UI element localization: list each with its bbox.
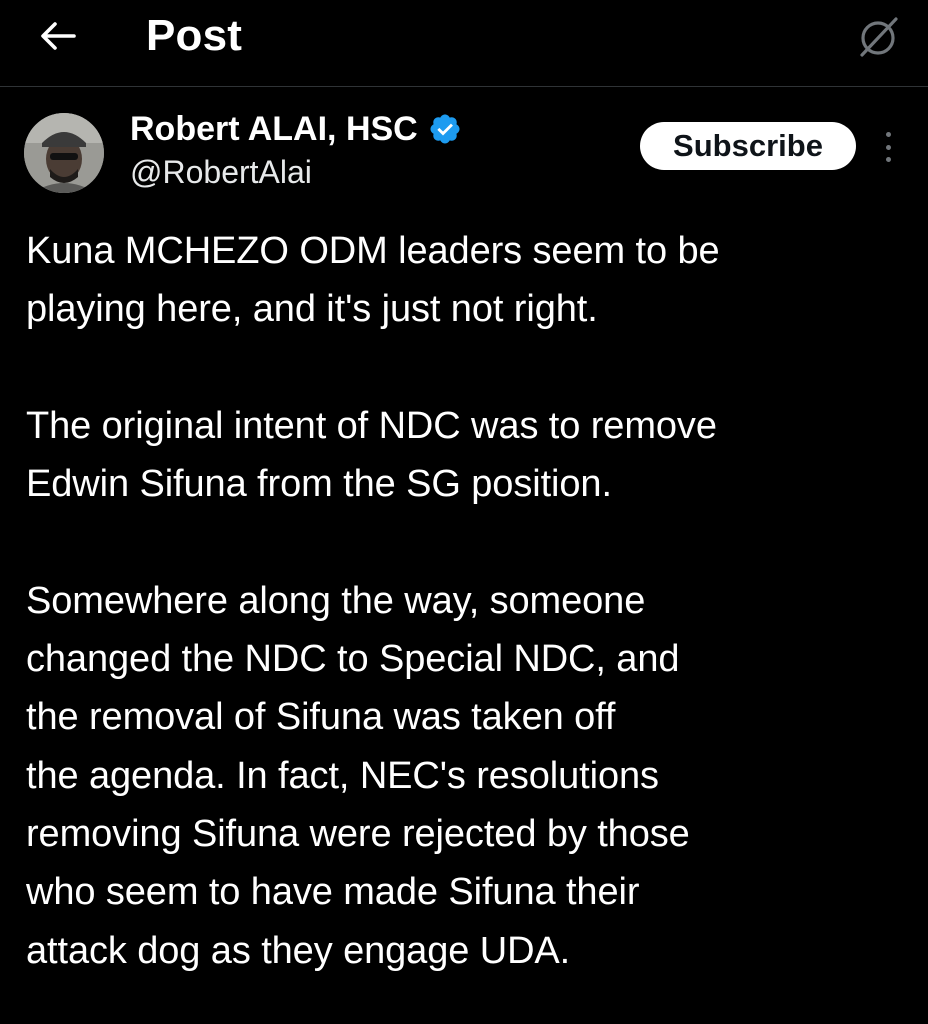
arrow-left-icon	[41, 22, 76, 50]
author-handle[interactable]: @RobertAlai	[130, 152, 312, 192]
header-divider	[0, 86, 928, 87]
tweet-paragraph: The original intent of NDC was to remove…	[26, 404, 717, 506]
tweet-paragraph: Somewhere along the way, someone changed…	[26, 579, 690, 972]
profile-photo	[24, 113, 104, 193]
tweet-paragraph: Kuna MCHEZO ODM leaders seem to be playi…	[26, 230, 720, 331]
subscribe-button[interactable]: Subscribe	[640, 122, 856, 170]
author-name[interactable]: Robert ALAI, HSC	[130, 108, 462, 150]
page-title: Post	[146, 11, 243, 60]
more-vertical-icon-dot	[885, 144, 891, 150]
author-name-text: Robert ALAI, HSC	[130, 110, 418, 148]
grok-button[interactable]	[852, 12, 904, 62]
top-bar: Post	[0, 0, 928, 86]
tweet-text: Kuna MCHEZO ODM leaders seem to be playi…	[26, 222, 906, 980]
more-vertical-icon-dot	[885, 157, 891, 162]
verified-badge-icon	[430, 114, 460, 144]
back-button[interactable]	[30, 14, 86, 58]
more-vertical-icon	[885, 132, 891, 137]
grok-icon	[860, 17, 898, 57]
avatar[interactable]	[24, 113, 104, 193]
more-options-button[interactable]	[876, 130, 900, 164]
